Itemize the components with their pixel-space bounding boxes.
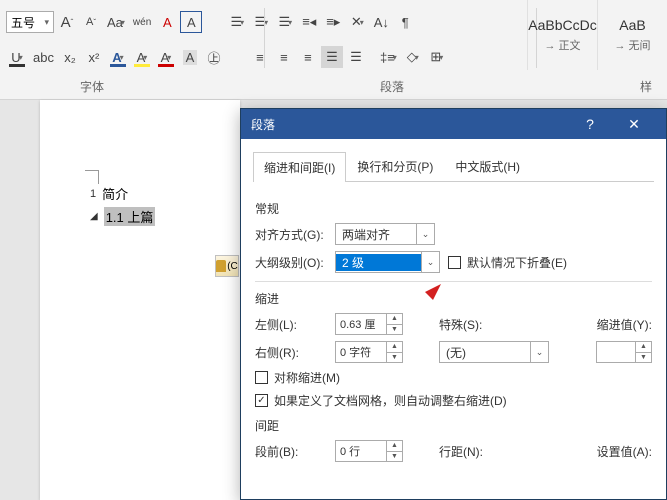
label-alignment: 对齐方式(G): xyxy=(255,226,327,243)
paragraph-dialog: 段落 ? ✕ 缩进和间距(I) 换行和分页(P) 中文版式(H) 常规 对齐方式… xyxy=(240,108,667,500)
paste-options-button[interactable]: (C xyxy=(215,255,239,277)
margin-corner-icon xyxy=(85,170,99,184)
section-indent: 缩进 xyxy=(255,290,652,307)
group-label-style: 样 xyxy=(640,78,652,95)
indent-value-spinner[interactable]: ▲▼ xyxy=(596,341,652,363)
up-arrow-icon[interactable]: ▲ xyxy=(636,342,651,353)
up-arrow-icon[interactable]: ▲ xyxy=(387,441,402,452)
help-button[interactable]: ? xyxy=(568,109,612,139)
change-case-button[interactable]: Aa▾ xyxy=(104,11,128,33)
font-color-button[interactable]: A▾ xyxy=(155,46,177,68)
label-outline-level: 大纲级别(O): xyxy=(255,254,327,271)
superscript-button[interactable]: x² xyxy=(83,46,105,68)
down-arrow-icon[interactable]: ▼ xyxy=(636,353,651,363)
checkbox-checked-icon: ✓ xyxy=(255,394,268,407)
align-justify-button[interactable]: ☰ xyxy=(321,46,343,68)
styles-gallery: AaBbCcDc → 正文 AaB → 无间 xyxy=(527,0,667,70)
separator xyxy=(264,8,265,68)
up-arrow-icon[interactable]: ▲ xyxy=(387,314,402,325)
document-page: 1 简介 ◢ 1.1 上篇 (C xyxy=(40,100,240,500)
borders-button[interactable]: ⊞▾ xyxy=(426,46,448,68)
collapse-checkbox[interactable]: 默认情况下折叠(E) xyxy=(448,254,567,271)
grid-indent-checkbox[interactable]: ✓ 如果定义了文档网格，则自动调整右缩进(D) xyxy=(255,392,507,409)
align-left-button[interactable]: ≡ xyxy=(249,46,271,68)
down-arrow-icon[interactable]: ▼ xyxy=(387,325,402,335)
strike-button[interactable]: abc xyxy=(30,46,57,68)
before-spacing-spinner[interactable]: 0 行 ▲▼ xyxy=(335,440,403,462)
bullets-button[interactable]: ☰▾ xyxy=(226,11,248,33)
label-special: 特殊(S): xyxy=(439,316,482,333)
numbering-button[interactable]: ☰▾ xyxy=(250,11,272,33)
tab-indent-spacing[interactable]: 缩进和间距(I) xyxy=(253,152,346,182)
outline-level-select[interactable]: 2 级 ⌄ xyxy=(335,251,440,273)
subscript-button[interactable]: x₂ xyxy=(59,46,81,68)
label-right-indent: 右侧(R): xyxy=(255,344,327,361)
font-size-select[interactable]: 五号 ▾ xyxy=(6,11,54,33)
section-general: 常规 xyxy=(255,200,652,217)
distribute-button[interactable]: ☰ xyxy=(345,46,367,68)
down-arrow-icon[interactable]: ▼ xyxy=(387,353,402,363)
tab-line-page-breaks[interactable]: 换行和分页(P) xyxy=(346,151,444,181)
left-indent-spinner[interactable]: 0.63 厘 ▲▼ xyxy=(335,313,403,335)
checkbox-icon xyxy=(255,371,268,384)
group-label-font: 字体 xyxy=(80,78,104,95)
mirror-indent-checkbox[interactable]: 对称缩进(M) xyxy=(255,369,340,386)
collapse-triangle-icon: ◢ xyxy=(90,211,98,222)
special-indent-select[interactable]: (无) ⌄ xyxy=(439,341,549,363)
underline-button[interactable]: U▾ xyxy=(6,46,28,68)
chevron-down-icon: ⌄ xyxy=(530,342,548,362)
highlight-button[interactable]: A▾ xyxy=(131,46,153,68)
down-arrow-icon[interactable]: ▼ xyxy=(387,452,402,462)
dialog-titlebar: 段落 ? ✕ xyxy=(241,109,666,139)
char-shading-button[interactable]: A xyxy=(179,46,201,68)
asian-layout-button[interactable]: ✕▾ xyxy=(346,11,368,33)
style-no-spacing[interactable]: AaB → 无间 xyxy=(597,0,667,70)
right-indent-spinner[interactable]: 0 字符 ▲▼ xyxy=(335,341,403,363)
label-setval: 设置值(A): xyxy=(597,443,652,460)
shrink-font-button[interactable]: Aˇ xyxy=(80,11,102,33)
checkbox-icon xyxy=(448,256,461,269)
clear-format-button[interactable]: A xyxy=(156,11,178,33)
label-left-indent: 左侧(L): xyxy=(255,316,327,333)
dialog-tabs: 缩进和间距(I) 换行和分页(P) 中文版式(H) xyxy=(253,151,654,182)
section-spacing: 间距 xyxy=(255,417,652,434)
shading-button[interactable]: ◇▾ xyxy=(402,46,424,68)
decrease-indent-button[interactable]: ≡◂ xyxy=(298,11,320,33)
doc-line-1[interactable]: 1 简介 xyxy=(90,184,220,203)
grow-font-button[interactable]: Aˆ xyxy=(56,11,78,33)
show-marks-button[interactable]: ¶ xyxy=(394,11,416,33)
style-normal[interactable]: AaBbCcDc → 正文 xyxy=(527,0,597,70)
text-effects-button[interactable]: A▾ xyxy=(107,46,129,68)
close-button[interactable]: ✕ xyxy=(612,109,656,139)
label-linespace: 行距(N): xyxy=(439,443,483,460)
chevron-down-icon: ⌄ xyxy=(421,252,439,272)
alignment-select[interactable]: 两端对齐 ⌄ xyxy=(335,223,435,245)
chevron-down-icon: ⌄ xyxy=(416,224,434,244)
label-indent-value: 缩进值(Y): xyxy=(597,316,652,333)
ribbon: 五号 ▾ Aˆ Aˇ Aa▾ wén A A ☰▾ ☰▾ ☰▾ ≡◂ ≡▸ ✕▾… xyxy=(0,0,667,100)
group-label-paragraph: 段落 xyxy=(380,78,404,95)
align-center-button[interactable]: ≡ xyxy=(273,46,295,68)
increase-indent-button[interactable]: ≡▸ xyxy=(322,11,344,33)
sort-button[interactable]: A↓ xyxy=(370,11,392,33)
multilevel-button[interactable]: ☰▾ xyxy=(274,11,296,33)
up-arrow-icon[interactable]: ▲ xyxy=(387,342,402,353)
align-right-button[interactable]: ≡ xyxy=(297,46,319,68)
line-spacing-button[interactable]: ‡≡▾ xyxy=(377,46,400,68)
separator xyxy=(255,281,652,282)
label-before: 段前(B): xyxy=(255,443,327,460)
phonetic-button[interactable]: wén xyxy=(130,11,154,33)
dialog-title: 段落 xyxy=(251,116,275,133)
doc-line-2[interactable]: ◢ 1.1 上篇 xyxy=(90,207,220,226)
char-border-button[interactable]: A xyxy=(180,11,202,33)
font-size-value: 五号 xyxy=(11,14,35,31)
chevron-down-icon: ▾ xyxy=(44,17,49,28)
clipboard-icon xyxy=(216,260,226,272)
dialog-body: 常规 对齐方式(G): 两端对齐 ⌄ 大纲级别(O): 2 级 ⌄ 默认情况下折… xyxy=(241,182,666,478)
enclose-button[interactable]: ㊤ xyxy=(203,46,225,68)
tab-asian-typography[interactable]: 中文版式(H) xyxy=(444,151,531,181)
